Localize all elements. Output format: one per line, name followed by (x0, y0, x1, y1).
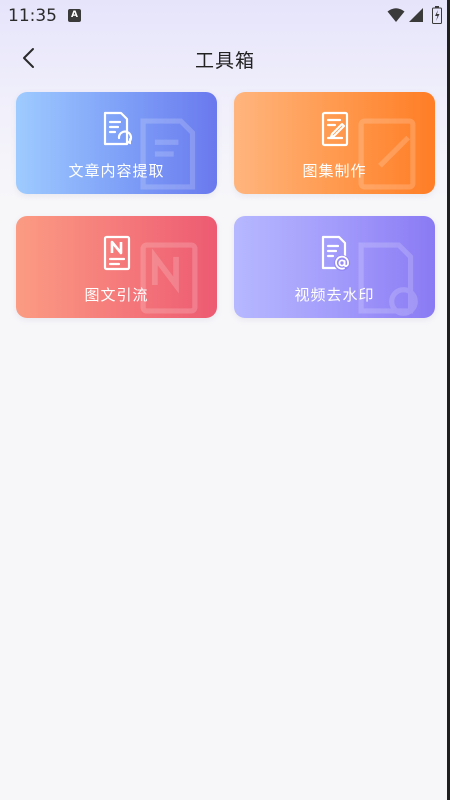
status-time: 11:35 (8, 6, 57, 26)
tool-card-image-text-traffic[interactable]: 图文引流 (16, 216, 217, 318)
notification-a-icon: A (68, 9, 81, 22)
tool-card-video-watermark-remove[interactable]: 视频去水印 (234, 216, 435, 318)
document-at-watermark-icon (358, 242, 418, 316)
tool-label: 图集制作 (302, 162, 367, 180)
tool-label: 图文引流 (84, 286, 149, 304)
wifi-icon (387, 8, 405, 22)
page-title: 工具箱 (194, 50, 255, 72)
document-extract-watermark-icon (140, 118, 196, 190)
tool-card-article-extract[interactable]: 文章内容提取 (16, 92, 217, 194)
document-edit-icon (321, 111, 348, 147)
document-at-icon (321, 235, 350, 271)
tool-label: 文章内容提取 (68, 162, 165, 180)
battery-icon (432, 6, 442, 24)
document-edit-watermark-icon (358, 118, 416, 190)
status-bar: 11:35 A (0, 0, 450, 32)
note-n-icon (103, 235, 130, 271)
signal-icon (409, 8, 423, 22)
note-n-watermark-icon (140, 242, 198, 314)
document-extract-icon (103, 111, 132, 146)
tool-card-album-make[interactable]: 图集制作 (234, 92, 435, 194)
header: 工具箱 (0, 32, 450, 84)
tool-label: 视频去水印 (294, 286, 375, 304)
